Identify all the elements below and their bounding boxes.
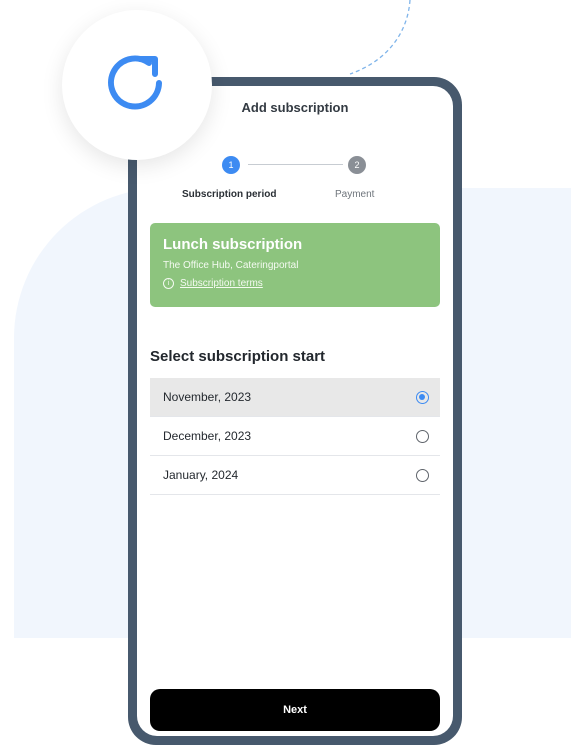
phone-screen: Add subscription 1 2 Subscription period… [137, 86, 453, 736]
option-january-2024[interactable]: January, 2024 [150, 456, 440, 495]
subscription-provider: The Office Hub, Cateringportal [163, 260, 299, 271]
radio-button[interactable] [416, 429, 429, 443]
start-options-list: November, 2023 December, 2023 January, 2… [150, 378, 440, 495]
step-2-indicator: 2 [348, 156, 366, 174]
option-label: November, 2023 [163, 390, 252, 404]
option-label: December, 2023 [163, 429, 252, 443]
section-title: Select subscription start [150, 348, 326, 365]
subscription-terms[interactable]: i Subscription terms [163, 278, 263, 289]
step-1-label: Subscription period [182, 189, 277, 200]
next-button[interactable]: Next [150, 689, 440, 731]
subscription-title: Lunch subscription [163, 236, 303, 253]
subscription-card: Lunch subscription The Office Hub, Cater… [150, 223, 440, 307]
option-december-2023[interactable]: December, 2023 [150, 417, 440, 456]
step-2-label: Payment [335, 189, 375, 200]
option-november-2023[interactable]: November, 2023 [150, 378, 440, 417]
radio-button-selected[interactable] [416, 390, 429, 404]
option-label: January, 2024 [163, 468, 239, 482]
step-connector [248, 164, 343, 165]
info-icon: i [163, 278, 174, 289]
refresh-icon [108, 55, 162, 110]
step-1-indicator: 1 [222, 156, 240, 174]
radio-button[interactable] [416, 468, 429, 482]
subscription-terms-link[interactable]: Subscription terms [180, 278, 263, 289]
decorative-dashed-line [349, 0, 411, 75]
refresh-badge [62, 10, 212, 160]
phone-frame: Add subscription 1 2 Subscription period… [128, 77, 462, 745]
stepper: 1 2 Subscription period Payment [137, 156, 453, 206]
